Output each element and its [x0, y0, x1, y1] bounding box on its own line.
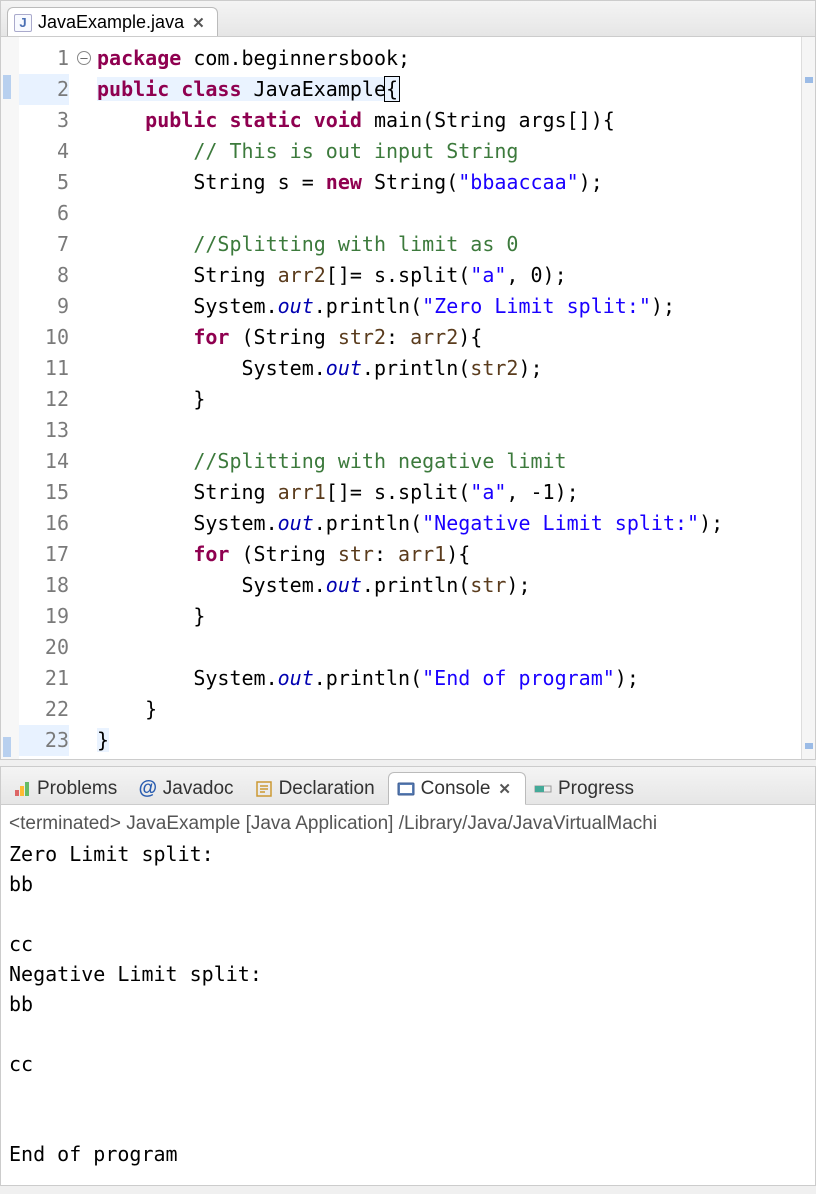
java-file-icon: J: [14, 14, 32, 32]
tab-console[interactable]: Console ✕: [388, 772, 526, 805]
console-status: <terminated> JavaExample [Java Applicati…: [9, 809, 807, 839]
bottom-tab-bar: Problems @ Javadoc Declaration Console ✕…: [1, 767, 815, 805]
tab-console-label: Console: [421, 778, 491, 800]
overview-ruler: [801, 37, 815, 759]
javadoc-icon: @: [138, 778, 157, 800]
bottom-pane: Problems @ Javadoc Declaration Console ✕…: [0, 766, 816, 1186]
editor-tab-bar: J JavaExample.java ✕: [1, 1, 815, 37]
editor-tab-javaexample[interactable]: J JavaExample.java ✕: [7, 7, 218, 36]
progress-icon: [534, 780, 552, 798]
fold-column: –: [75, 37, 93, 759]
tab-declaration-label: Declaration: [279, 778, 375, 800]
tab-progress[interactable]: Progress: [526, 773, 647, 804]
problems-icon: [13, 780, 31, 798]
tab-javadoc-label: Javadoc: [163, 778, 234, 800]
close-icon[interactable]: ✕: [190, 14, 207, 32]
fold-toggle-icon[interactable]: –: [77, 51, 91, 65]
console-output[interactable]: <terminated> JavaExample [Java Applicati…: [1, 805, 815, 1185]
editor-tab-label: JavaExample.java: [38, 12, 184, 33]
tab-javadoc[interactable]: @ Javadoc: [130, 773, 246, 804]
console-icon: [397, 780, 415, 798]
tab-problems-label: Problems: [37, 778, 117, 800]
tab-problems[interactable]: Problems: [5, 773, 130, 804]
line-number-gutter: 1 2 3 4 5 6 7 8 9 10 11 12 13 14 15 16 1…: [19, 37, 75, 759]
close-icon[interactable]: ✕: [496, 780, 513, 798]
code-text[interactable]: package com.beginnersbook; public class …: [93, 37, 801, 759]
declaration-icon: [255, 780, 273, 798]
tab-progress-label: Progress: [558, 778, 634, 800]
editor-pane: J JavaExample.java ✕ 1 2 3 4 5 6 7 8 9 1…: [0, 0, 816, 760]
marker-bar: [1, 37, 19, 759]
tab-declaration[interactable]: Declaration: [247, 773, 388, 804]
code-area[interactable]: 1 2 3 4 5 6 7 8 9 10 11 12 13 14 15 16 1…: [1, 37, 815, 759]
